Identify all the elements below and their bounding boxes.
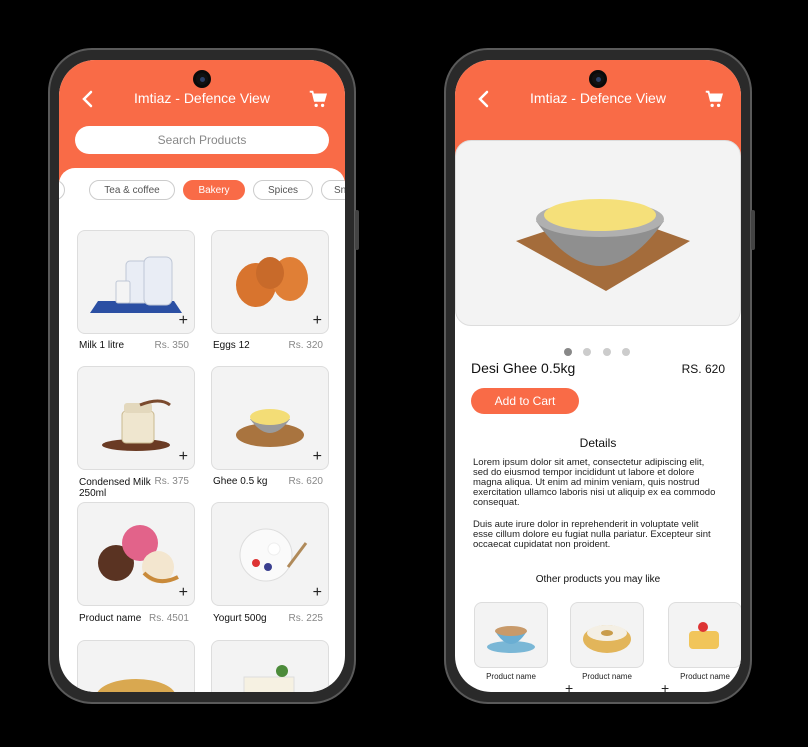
dessert-image [689,622,719,649]
category-chip-partial[interactable] [59,180,65,200]
recommended-product-name: Product name [680,672,730,681]
ghee-image [236,409,304,447]
category-chips: Tea & coffee Bakery Spices Snac [59,168,345,206]
product-card-icecream[interactable]: + [77,502,195,606]
yogurt-image [239,528,308,582]
coffee-cup-image [487,626,535,653]
carousel-dot-active[interactable] [564,348,572,356]
product-list-screen: Imtiaz - Defence View Search Products Te… [59,60,345,692]
product-card-cake[interactable] [77,640,195,692]
carousel-dot[interactable] [622,348,630,356]
add-plus-icon[interactable]: + [313,313,322,329]
search-input[interactable]: Search Products [75,126,329,154]
recommendations-heading: Other products you may like [535,574,661,585]
recommended-product-name: Product name [486,672,536,681]
phone-frame-list: Imtiaz - Defence View Search Products Te… [48,48,359,704]
ghee-hero-image [516,199,690,291]
phone-side-button [751,210,755,250]
product-price: Rs. 4501 [148,613,189,624]
product-card-eggs[interactable]: + [211,230,329,334]
front-camera [589,70,607,88]
store-title: Imtiaz - Defence View [134,90,270,106]
carousel-dot[interactable] [603,348,611,356]
details-paragraph-2: Duis aute irure dolor in reprehenderit i… [473,520,711,550]
icecream-image [98,525,179,584]
recommended-product-card[interactable] [474,602,548,668]
bundt-cake-image [583,625,631,653]
phone-frame-detail: Imtiaz - Defence View Desi Ghee 0.5kg RS… [444,48,755,704]
product-price: Rs. 320 [288,340,323,351]
category-chip-bakery[interactable]: Bakery [183,180,245,200]
shopping-cart-icon[interactable] [703,88,725,110]
cake-image [97,679,175,692]
details-heading: Details [579,436,617,450]
shopping-cart-icon[interactable] [307,88,329,110]
add-plus-icon[interactable]: + [661,680,669,692]
product-image-panel [455,140,741,326]
add-plus-icon[interactable]: + [179,585,188,601]
product-card-ghee[interactable]: + [211,366,329,470]
add-plus-icon[interactable]: + [313,449,322,465]
product-price: Rs. 620 [288,476,323,487]
cheese-image [243,665,295,692]
recommended-product-card[interactable] [668,602,741,668]
product-price: Rs. 225 [288,613,323,624]
product-card-milk[interactable]: + [77,230,195,334]
category-chip-snacks[interactable]: Snac [321,180,345,200]
product-price: Rs. 375 [154,476,189,487]
add-plus-icon[interactable]: + [179,449,188,465]
details-paragraph-1: Lorem ipsum dolor sit amet, consectetur … [473,457,716,508]
recommended-product-card[interactable] [570,602,644,668]
milk-image [90,256,182,313]
front-camera [193,70,211,88]
store-title: Imtiaz - Defence View [530,90,666,106]
phone-side-button [355,210,359,250]
category-chip-spices[interactable]: Spices [253,180,313,200]
product-card-cheese[interactable] [211,640,329,692]
add-plus-icon[interactable]: + [565,680,573,692]
product-detail-price: RS. 620 [681,362,725,376]
product-detail-name: Desi Ghee 0.5kg [471,360,576,376]
add-to-cart-button[interactable]: Add to Cart [471,388,579,414]
condensed-milk-image [102,399,171,451]
product-card-yogurt[interactable]: + [211,502,329,606]
product-price: Rs. 350 [154,340,189,351]
product-detail-screen: Imtiaz - Defence View Desi Ghee 0.5kg RS… [455,60,741,692]
eggs-image [236,257,308,307]
add-plus-icon[interactable]: + [313,585,322,601]
product-card-condensed-milk[interactable]: + [77,366,195,470]
category-chip-tea-coffee[interactable]: Tea & coffee [89,180,175,200]
recommended-product-name: Product name [582,672,632,681]
add-plus-icon[interactable]: + [179,313,188,329]
carousel-dot[interactable] [583,348,591,356]
